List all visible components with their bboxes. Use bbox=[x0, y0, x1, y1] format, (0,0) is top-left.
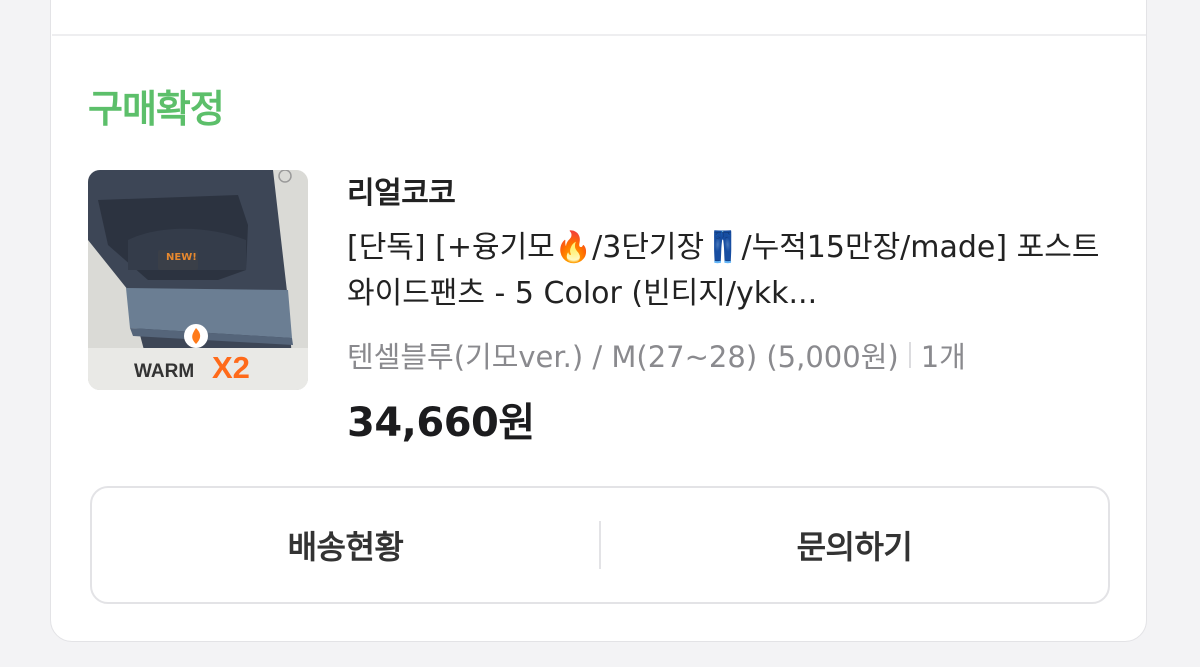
thumbnail-caption-mult: X2 bbox=[212, 350, 250, 385]
product-quantity: 1개 bbox=[920, 340, 966, 374]
section-divider bbox=[52, 34, 1146, 36]
order-actions: 배송현황 문의하기 bbox=[90, 486, 1110, 604]
product-option-row: 텐셀블루(기모ver.) / M(27~28) (5,000원) 1개 bbox=[347, 334, 966, 376]
option-divider bbox=[908, 342, 911, 368]
product-title[interactable]: [단독] [+융기모🔥/3단기장👖/누적15만장/made] 포스트 와이드팬츠… bbox=[347, 225, 1117, 317]
product-thumbnail[interactable]: NEW! WARM X2 bbox=[88, 170, 308, 390]
order-status-label: 구매확정 bbox=[88, 87, 225, 131]
product-option: 텐셀블루(기모ver.) / M(27~28) (5,000원) bbox=[347, 340, 899, 374]
order-price: 34,660원 bbox=[347, 400, 535, 446]
thumbnail-caption-word: WARM bbox=[134, 361, 195, 382]
inquiry-button[interactable]: 문의하기 bbox=[601, 488, 1108, 602]
thumbnail-badge-text: NEW! bbox=[166, 252, 197, 263]
shipping-status-button[interactable]: 배송현황 bbox=[92, 488, 599, 602]
seller-name[interactable]: 리얼코코 bbox=[347, 168, 456, 212]
